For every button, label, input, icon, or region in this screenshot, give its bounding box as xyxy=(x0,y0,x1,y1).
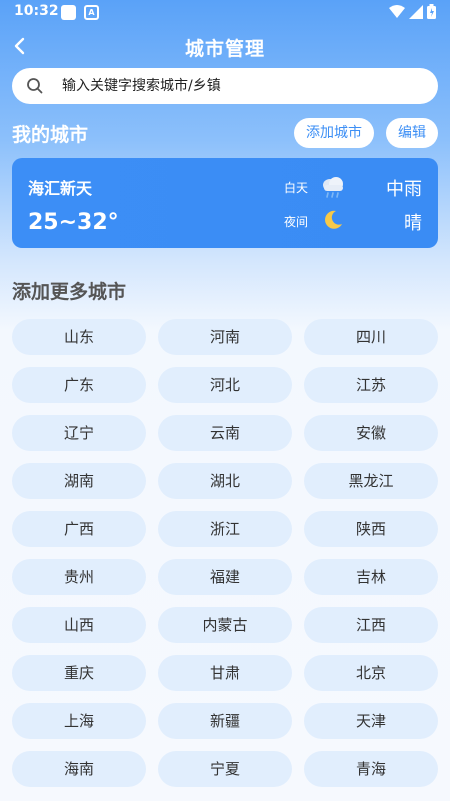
city-chip[interactable]: 陕西 xyxy=(304,511,438,547)
city-chip[interactable]: 浙江 xyxy=(158,511,292,547)
city-grid: 山东 河南 四川 广东 河北 江苏 辽宁 云南 安徽 湖南 湖北 黑龙江 广西 … xyxy=(12,319,438,787)
moon-icon xyxy=(325,210,342,229)
city-chip[interactable]: 新疆 xyxy=(158,703,292,739)
city-chip[interactable]: 河南 xyxy=(158,319,292,355)
city-chip[interactable]: 吉林 xyxy=(304,559,438,595)
city-chip[interactable]: 河北 xyxy=(158,367,292,403)
city-chip[interactable]: 黑龙江 xyxy=(304,463,438,499)
city-chip[interactable]: 广西 xyxy=(12,511,146,547)
page-title: 城市管理 xyxy=(184,38,265,60)
city-chip[interactable]: 广东 xyxy=(12,367,146,403)
city-chip[interactable]: 上海 xyxy=(12,703,146,739)
battery-icon xyxy=(427,4,436,19)
city-name: 海汇新天 xyxy=(28,179,93,198)
city-chip[interactable]: 重庆 xyxy=(12,655,146,691)
notification-icon xyxy=(61,5,76,20)
wifi-icon xyxy=(389,4,405,18)
my-cities-heading: 我的城市 xyxy=(12,124,89,146)
status-bar: 10:32 A xyxy=(0,0,450,26)
city-chip[interactable]: 宁夏 xyxy=(158,751,292,787)
add-city-button[interactable]: 添加城市 xyxy=(294,118,374,148)
temperature-range: 25~32° xyxy=(28,210,119,235)
city-card[interactable]: 海汇新天 25~32° 白天 夜间 中雨 晴 xyxy=(12,158,438,248)
night-label: 夜间 xyxy=(284,215,309,229)
city-chip[interactable]: 江苏 xyxy=(304,367,438,403)
city-chip[interactable]: 湖北 xyxy=(158,463,292,499)
city-chip[interactable]: 北京 xyxy=(304,655,438,691)
city-chip[interactable]: 甘肃 xyxy=(158,655,292,691)
city-chip[interactable]: 贵州 xyxy=(12,559,146,595)
city-chip[interactable]: 安徽 xyxy=(304,415,438,451)
night-weather: 晴 xyxy=(404,213,422,234)
edit-button[interactable]: 编辑 xyxy=(386,118,438,148)
city-chip[interactable]: 山西 xyxy=(12,607,146,643)
nav-bar: 城市管理 xyxy=(0,26,450,66)
city-chip[interactable]: 山东 xyxy=(12,319,146,355)
day-label: 白天 xyxy=(284,181,309,195)
day-weather: 中雨 xyxy=(386,179,422,200)
city-chip[interactable]: 辽宁 xyxy=(12,415,146,451)
app-notification-icon: A xyxy=(84,5,99,20)
signal-icon xyxy=(409,4,423,19)
city-chip[interactable]: 四川 xyxy=(304,319,438,355)
city-chip[interactable]: 海南 xyxy=(12,751,146,787)
search-bar[interactable] xyxy=(12,68,438,104)
more-cities-heading: 添加更多城市 xyxy=(12,281,127,303)
status-indicators xyxy=(389,4,436,19)
city-chip[interactable]: 江西 xyxy=(304,607,438,643)
city-chip[interactable]: 福建 xyxy=(158,559,292,595)
city-chip[interactable]: 天津 xyxy=(304,703,438,739)
city-chip[interactable]: 内蒙古 xyxy=(158,607,292,643)
search-input[interactable] xyxy=(62,68,422,104)
rain-cloud-icon xyxy=(323,177,343,198)
status-time: 10:32 xyxy=(14,3,59,19)
city-chip[interactable]: 湖南 xyxy=(12,463,146,499)
city-chip[interactable]: 青海 xyxy=(304,751,438,787)
search-icon xyxy=(27,78,43,94)
city-chip[interactable]: 云南 xyxy=(158,415,292,451)
